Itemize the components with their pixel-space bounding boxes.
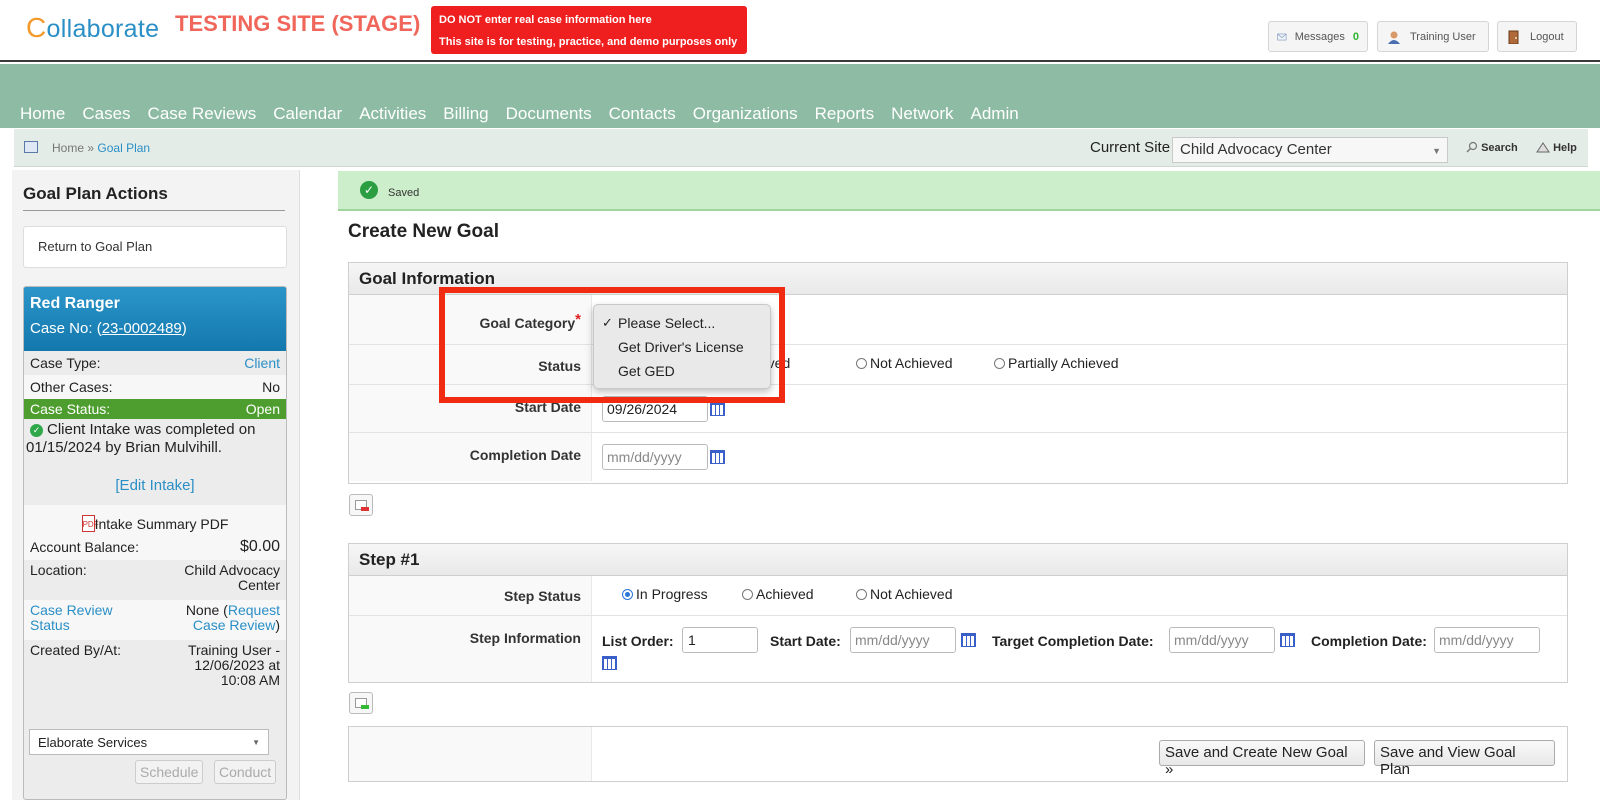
pdf-icon: PDF	[81, 515, 99, 532]
messages-button[interactable]: Messages 0	[1268, 21, 1368, 52]
search-link[interactable]: Search	[1466, 141, 1518, 154]
current-site-label: Current Site	[1090, 139, 1171, 156]
nav-home[interactable]: Home	[20, 104, 65, 124]
demo-warning-banner: DO NOT enter real case information here …	[431, 6, 747, 54]
account-balance-row: Account Balance: $0.00	[24, 534, 286, 560]
chevron-down-icon: ▼	[1432, 146, 1441, 156]
nav-reports[interactable]: Reports	[815, 104, 875, 124]
breadcrumb-home[interactable]: Home	[52, 141, 84, 155]
door-icon	[1508, 30, 1519, 44]
save-and-create-new-goal-button[interactable]: Save and Create New Goal »	[1159, 740, 1365, 778]
save-and-view-goal-plan-button[interactable]: Save and View Goal Plan	[1374, 740, 1555, 778]
nav-billing[interactable]: Billing	[443, 104, 488, 124]
schedule-button[interactable]: Schedule	[135, 760, 204, 784]
step-information-row: Step Information List Order: 1 Start Dat…	[349, 616, 1567, 682]
other-cases-row: Other Cases: No	[24, 375, 286, 399]
calendar-icon[interactable]	[602, 656, 617, 670]
breadcrumb-bar: Home » Goal Plan Current Site Child Advo…	[14, 129, 1588, 167]
list-order-input[interactable]: 1	[682, 627, 758, 653]
status-not-achieved-radio[interactable]: Not Achieved	[856, 355, 953, 371]
breadcrumb: Home » Goal Plan	[52, 141, 151, 155]
add-step-button[interactable]	[349, 692, 373, 714]
envelope-icon	[1277, 33, 1287, 40]
status-partially-achieved-radio[interactable]: Partially Achieved	[994, 355, 1119, 371]
step-in-progress-radio[interactable]: In Progress	[622, 586, 708, 602]
nav-documents[interactable]: Documents	[506, 104, 592, 124]
nav-case-reviews[interactable]: Case Reviews	[148, 104, 257, 124]
client-name: Red Ranger	[30, 295, 120, 312]
step-status-label: Step Status	[503, 588, 581, 604]
search-icon	[1466, 141, 1478, 153]
target-completion-date-input[interactable]: mm/dd/yyyy	[1169, 627, 1275, 653]
calendar-icon[interactable]	[961, 633, 976, 647]
step-start-date-input[interactable]: mm/dd/yyyy	[850, 627, 956, 653]
chevron-down-icon: ▼	[252, 738, 260, 747]
created-row: Created By/At: Training User - 12/06/202…	[30, 642, 280, 688]
nav-cases[interactable]: Cases	[82, 104, 130, 124]
step-section: Step #1 Step Status In Progress Achieved…	[348, 543, 1568, 683]
calendar-icon[interactable]	[710, 402, 725, 416]
completion-date-input[interactable]: mm/dd/yyyy	[602, 444, 708, 470]
services-select[interactable]: Elaborate Services ▼	[29, 729, 269, 755]
saved-notice: ✓ Saved	[338, 171, 1600, 211]
case-type-link[interactable]: Client	[244, 351, 280, 375]
list-order-label: List Order:	[602, 633, 674, 649]
case-card-header: Red Ranger Case No: (23-0002489)	[24, 287, 286, 351]
step-status-row: Step Status In Progress Achieved Not Ach…	[349, 576, 1567, 616]
location-row: Location: Child Advocacy Center	[30, 562, 280, 593]
breadcrumb-current[interactable]: Goal Plan	[97, 141, 150, 155]
case-status-row: Case Status: Open	[24, 399, 286, 419]
nav-contacts[interactable]: Contacts	[609, 104, 676, 124]
main-nav: Home Cases Case Reviews Calendar Activit…	[20, 104, 1019, 124]
nav-calendar[interactable]: Calendar	[273, 104, 342, 124]
completion-date-row: Completion Date mm/dd/yyyy	[349, 433, 1567, 481]
nav-network[interactable]: Network	[891, 104, 953, 124]
sidebar-toggle-icon[interactable]	[24, 141, 38, 153]
app-logo[interactable]: Collaborate	[26, 12, 159, 44]
intake-summary-pdf-link[interactable]: PDFIntake Summary PDF	[24, 505, 286, 532]
help-icon	[1536, 142, 1550, 153]
step-achieved-radio[interactable]: Achieved	[742, 586, 814, 602]
divider	[23, 210, 285, 211]
step-information-label: Step Information	[469, 630, 581, 646]
panel-title: Goal Plan Actions	[23, 184, 168, 203]
target-completion-date-label: Target Completion Date:	[992, 633, 1154, 649]
case-status-value: Open	[245, 401, 280, 417]
return-to-goal-plan-link[interactable]: Return to Goal Plan	[23, 226, 287, 268]
intake-pdf-block: PDFIntake Summary PDF	[24, 505, 286, 534]
case-review-row: Case Review Status None (Request Case Re…	[24, 600, 286, 640]
case-summary-card: Red Ranger Case No: (23-0002489) Case Ty…	[23, 286, 287, 800]
intake-status: ✓ Client Intake was completed on 01/15/20…	[26, 421, 256, 456]
messages-count: 0	[1352, 30, 1359, 43]
calendar-icon[interactable]	[1280, 633, 1295, 647]
site-environment-label: TESTING SITE (STAGE)	[175, 11, 421, 36]
case-type-row: Case Type: Client	[24, 351, 286, 375]
edit-intake-link[interactable]: [Edit Intake]	[24, 477, 286, 494]
page-title: Create New Goal	[348, 221, 499, 242]
top-header: Collaborate TESTING SITE (STAGE) DO NOT …	[0, 0, 1600, 62]
goal-plan-actions-panel: Goal Plan Actions Return to Goal Plan Re…	[12, 170, 300, 800]
remove-goal-button[interactable]	[349, 494, 373, 516]
calendar-icon[interactable]	[710, 450, 725, 464]
completion-date-label: Completion Date	[469, 447, 581, 463]
check-circle-icon: ✓	[30, 424, 43, 437]
step-completion-date-input[interactable]: mm/dd/yyyy	[1434, 627, 1540, 653]
check-circle-icon: ✓	[360, 181, 378, 199]
conduct-button[interactable]: Conduct	[214, 760, 277, 784]
step-completion-date-label: Completion Date:	[1311, 633, 1427, 649]
current-site-select[interactable]: Child Advocacy Center ▼	[1172, 137, 1448, 163]
section-title: Step #1	[349, 544, 1567, 576]
nav-organizations[interactable]: Organizations	[693, 104, 798, 124]
case-number-link[interactable]: 23-0002489	[102, 320, 182, 337]
step-start-date-label: Start Date:	[770, 633, 841, 649]
nav-activities[interactable]: Activities	[359, 104, 426, 124]
nav-admin[interactable]: Admin	[971, 104, 1019, 124]
user-icon	[1388, 31, 1400, 44]
highlight-annotation-box	[439, 287, 785, 403]
case-number: Case No: (23-0002489)	[30, 320, 187, 337]
step-not-achieved-radio[interactable]: Not Achieved	[856, 586, 953, 602]
help-link[interactable]: Help	[1536, 141, 1577, 154]
user-menu-button[interactable]: Training User	[1377, 21, 1489, 52]
logout-button[interactable]: Logout	[1497, 21, 1577, 52]
